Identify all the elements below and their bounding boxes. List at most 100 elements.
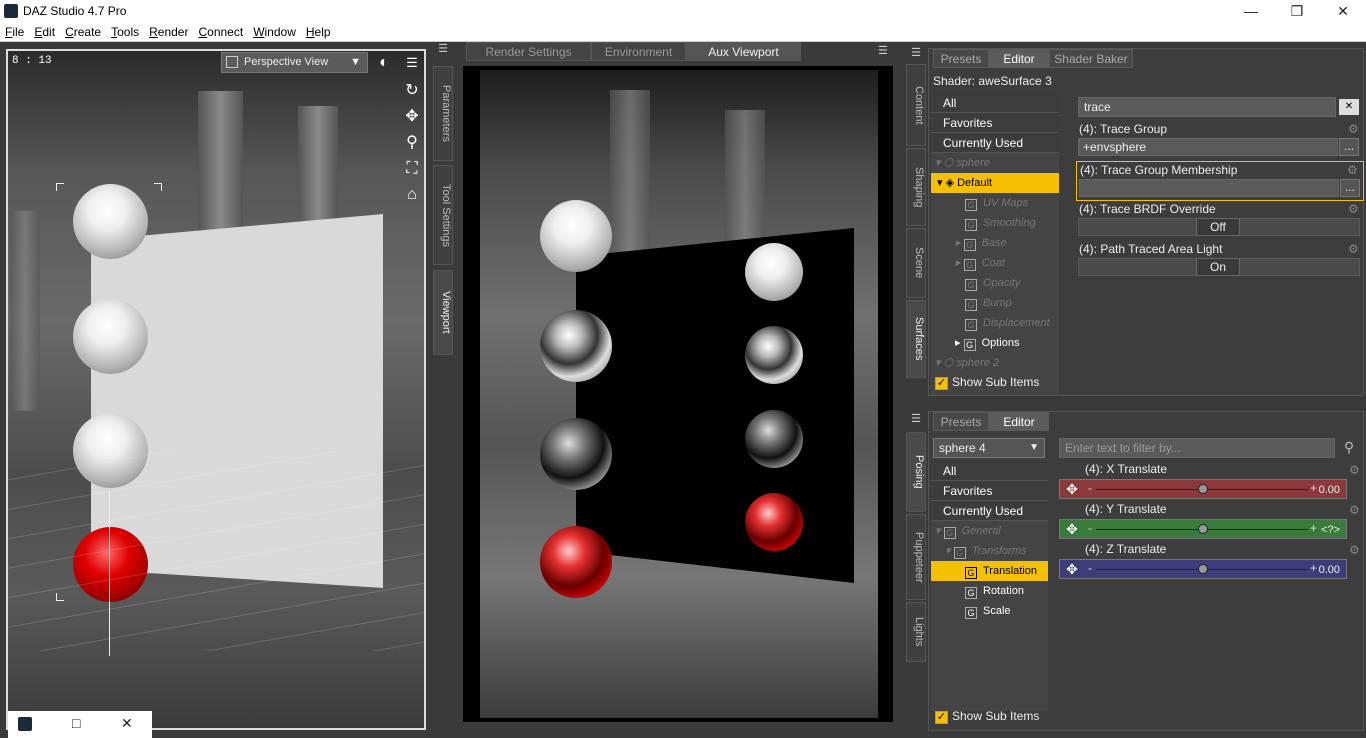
move-icon[interactable]: ✥ — [1062, 481, 1082, 497]
slider-knob[interactable] — [1198, 524, 1208, 534]
tree-item[interactable]: ▸ G Options — [931, 333, 1059, 353]
filter-favorites[interactable]: Favorites — [931, 113, 1059, 133]
tree-item[interactable]: ▸ G Base — [931, 233, 1059, 253]
menu-create[interactable]: Create — [60, 23, 106, 41]
tab-shaping[interactable]: Shaping — [906, 148, 926, 226]
close-button[interactable]: ✕ — [1320, 0, 1366, 23]
tab-aux-viewport[interactable]: Aux Viewport — [686, 42, 801, 61]
gear-icon[interactable]: ⚙ — [1349, 544, 1361, 556]
z-translate-slider[interactable]: ✥ - + 0.00 — [1059, 559, 1347, 579]
tree-item-selected[interactable]: G Translation — [931, 561, 1048, 581]
show-sub-items[interactable]: ✓ Show Sub Items — [935, 709, 1039, 724]
panel-menu-icon[interactable]: ☰ — [433, 42, 453, 56]
tab-render-settings[interactable]: Render Settings — [466, 42, 591, 61]
surface-search-input[interactable]: trace — [1078, 97, 1336, 117]
minimize-button[interactable]: — — [1228, 0, 1274, 23]
menu-connect[interactable]: Connect — [193, 23, 248, 41]
filter-currently-used[interactable]: Currently Used — [931, 501, 1048, 521]
panel-menu-icon[interactable]: ☰ — [906, 46, 926, 60]
panel-menu-icon[interactable]: ☰ — [906, 412, 926, 426]
draw-style-icon[interactable]: ◐ — [374, 53, 394, 73]
move-icon[interactable]: ✥ — [1062, 561, 1082, 577]
viewport[interactable]: 8 : 13 Perspective View ▼ ◐ ☰ ↻ ✥ ⚲ ⛶ ⌂ — [6, 49, 426, 730]
frame-icon[interactable]: ⛶ — [402, 159, 422, 179]
tree-item[interactable]: G Displacement — [931, 313, 1059, 333]
increment-icon[interactable]: + — [1310, 521, 1317, 535]
search-icon[interactable]: ⚲ — [1339, 439, 1359, 457]
menu-render[interactable]: Render — [144, 23, 193, 41]
filter-currently-used[interactable]: Currently Used — [931, 133, 1059, 153]
decrement-icon[interactable]: - — [1088, 561, 1092, 575]
menu-file[interactable]: File — [0, 23, 29, 41]
tree-item[interactable]: G Opacity — [931, 273, 1059, 293]
sphere-1[interactable] — [73, 184, 148, 259]
sphere-2[interactable] — [73, 299, 148, 374]
tree-item[interactable]: ▾ ⬡ sphere 2 — [931, 353, 1059, 373]
filter-all[interactable]: All — [931, 93, 1059, 113]
zoom-icon[interactable]: ⚲ — [402, 133, 422, 153]
tree-item[interactable]: ▸ G Coat — [931, 253, 1059, 273]
gear-icon[interactable]: ⚙ — [1349, 464, 1361, 476]
tree-item[interactable]: G Bump — [931, 293, 1059, 313]
filter-all[interactable]: All — [931, 461, 1048, 481]
tab-tool-settings[interactable]: Tool Settings — [433, 165, 453, 265]
decrement-icon[interactable]: - — [1088, 481, 1092, 495]
maximize-button[interactable]: ❐ — [1274, 0, 1320, 23]
tab-presets[interactable]: Presets — [933, 49, 989, 68]
browse-button[interactable]: ... — [1339, 138, 1359, 156]
pan-icon[interactable]: ✥ — [402, 107, 422, 127]
move-icon[interactable]: ✥ — [1062, 521, 1082, 537]
increment-icon[interactable]: + — [1310, 561, 1317, 575]
tree-item[interactable]: ▾ ⬡ sphere — [931, 153, 1059, 173]
slider-knob[interactable] — [1198, 484, 1208, 494]
tree-item[interactable]: G Smoothing — [931, 213, 1059, 233]
tree-item[interactable]: G Rotation — [931, 581, 1048, 601]
tab-scene[interactable]: Scene — [906, 228, 926, 298]
orbit-icon[interactable]: ↻ — [402, 81, 422, 101]
area-light-toggle[interactable]: On — [1196, 258, 1240, 276]
tree-item[interactable]: G Scale — [931, 601, 1048, 621]
z-translate-value[interactable]: 0.00 — [1319, 562, 1340, 578]
aux-viewport-render[interactable] — [463, 66, 893, 722]
tab-editor[interactable]: Editor — [989, 412, 1049, 431]
checkbox[interactable]: ✓ — [935, 377, 948, 390]
menu-edit[interactable]: Edit — [29, 23, 60, 41]
daz-logo-icon[interactable] — [18, 717, 32, 731]
gear-icon[interactable]: ⚙ — [1347, 164, 1359, 176]
filter-favorites[interactable]: Favorites — [931, 481, 1048, 501]
restore-button[interactable]: □ — [72, 715, 80, 731]
filter-input[interactable]: Enter text to filter by... — [1059, 438, 1335, 458]
tab-presets[interactable]: Presets — [933, 412, 989, 431]
tab-editor[interactable]: Editor — [989, 49, 1049, 68]
tab-shader-baker[interactable]: Shader Baker — [1049, 49, 1133, 68]
brdf-override-toggle[interactable]: Off — [1196, 218, 1240, 236]
gear-icon[interactable]: ⚙ — [1349, 504, 1361, 516]
gear-icon[interactable]: ⚙ — [1348, 243, 1360, 255]
close-button[interactable]: ✕ — [121, 715, 133, 732]
trace-group-field[interactable]: +envsphere — [1078, 138, 1338, 156]
slider-knob[interactable] — [1198, 564, 1208, 574]
tree-item[interactable]: ▾ G Transforms — [931, 541, 1048, 561]
y-translate-slider[interactable]: ✥ - + <?> — [1059, 519, 1347, 539]
checkbox[interactable]: ✓ — [935, 711, 948, 724]
show-sub-items[interactable]: ✓ Show Sub Items — [935, 375, 1039, 390]
gear-icon[interactable]: ⚙ — [1348, 123, 1360, 135]
tab-environment[interactable]: Environment — [591, 42, 686, 61]
y-translate-value[interactable]: <?> — [1321, 522, 1340, 538]
tab-viewport[interactable]: Viewport — [433, 270, 453, 355]
decrement-icon[interactable]: - — [1088, 521, 1092, 535]
panel-menu-icon[interactable]: ☰ — [402, 53, 422, 73]
tree-item[interactable]: G UV Maps — [931, 193, 1059, 213]
trace-group-membership-field[interactable] — [1079, 179, 1339, 197]
increment-icon[interactable]: + — [1310, 481, 1317, 495]
tree-item-selected[interactable]: ▾ ◈ Default — [931, 173, 1059, 193]
x-translate-slider[interactable]: ✥ - + 0.00 — [1059, 479, 1347, 499]
clear-search-icon[interactable]: ✕ — [1339, 99, 1359, 115]
perspective-view-select[interactable]: Perspective View ▼ — [221, 52, 368, 73]
tab-puppeteer[interactable]: Puppeteer — [906, 514, 926, 600]
menu-tools[interactable]: Tools — [106, 23, 144, 41]
menu-window[interactable]: Window — [248, 23, 301, 41]
tab-content[interactable]: Content — [906, 64, 926, 146]
tab-posing[interactable]: Posing — [906, 432, 926, 512]
tab-parameters[interactable]: Parameters — [433, 66, 453, 161]
